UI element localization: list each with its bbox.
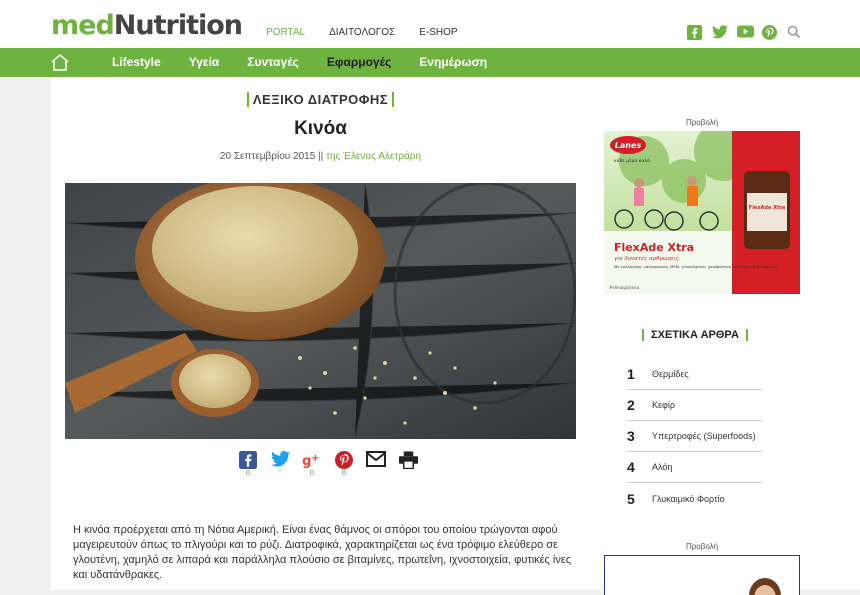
share-facebook[interactable]: 0: [232, 451, 264, 479]
quinoa-image: [65, 183, 576, 439]
ad-label: Προβολή: [685, 118, 719, 127]
share-count: 0: [246, 470, 250, 477]
related-link[interactable]: Υπερτροφές (Superfoods): [652, 431, 756, 441]
ad-brand: Lanes: [615, 141, 642, 150]
twitter-icon[interactable]: [712, 25, 728, 41]
article-author[interactable]: της Έλενας Αλετράρη: [326, 151, 421, 162]
related-item[interactable]: 3 Υπερτροφές (Superfoods): [627, 421, 762, 452]
article-title: Κινόα: [294, 118, 347, 139]
ad-tagline: κάθε μέρα καλά: [614, 157, 650, 164]
share-pinterest[interactable]: 0: [328, 451, 360, 479]
nav-news[interactable]: Ενημέρωση: [419, 55, 487, 69]
related-item[interactable]: 1 Θερμίδες: [627, 359, 762, 390]
related-link[interactable]: Κεφίρ: [652, 400, 675, 410]
related-number: 3: [627, 428, 635, 444]
share-count: -: [278, 468, 282, 475]
ad-description: Με κολλαγόνο, υαλουρονικό, MSM, γλυκοζαμ…: [614, 264, 778, 269]
related-articles-list: 1 Θερμίδες 2 Κεφίρ 3 Υπερτροφές (Superfo…: [627, 359, 762, 514]
ad-product: FlexAde Xtra: [614, 241, 694, 254]
article-date: 20 Σεπτεμβρίου 2015 ||: [219, 151, 324, 162]
ad-subtitle: για δυνατές αρθρώσεις.: [614, 255, 681, 262]
top-nav-dietitian[interactable]: ΔΙΑΙΤΟΛΟΓΟΣ: [329, 27, 395, 38]
share-bar: 0 - g + 0 0: [232, 451, 424, 479]
related-number: 5: [627, 490, 635, 507]
nav-apps[interactable]: Εφαρμογές: [327, 55, 391, 69]
main-nav-bar: Lifestyle Υγεία Συνταγές Εφαρμογές Ενημέ…: [0, 48, 860, 77]
search-icon[interactable]: [787, 25, 803, 41]
related-number: 1: [627, 366, 635, 382]
related-item[interactable]: 2 Κεφίρ: [627, 390, 762, 421]
share-count: [360, 468, 392, 477]
related-link[interactable]: Θερμίδες: [652, 369, 689, 379]
article-meta: 20 Σεπτεμβρίου 2015 || της Έλενας Αλετρά…: [51, 151, 590, 162]
related-articles-title: ΣΧΕΤΙΚΑ ΑΡΘΡΑ: [642, 329, 748, 341]
related-link[interactable]: Γλυκαιμικό Φορτίο: [652, 494, 725, 504]
top-bar: medNutrition PORTAL ΔΙΑΙΤΟΛΟΓΟΣ E-SHOP: [0, 0, 860, 55]
mail-icon: [366, 451, 386, 467]
top-nav-portal[interactable]: PORTAL: [266, 27, 305, 55]
article-category[interactable]: ΛΕΞΙΚΟ ΔΙΑΤΡΟΦΗΣ: [51, 92, 590, 107]
sidebar: Προβολή FlexAde Xtra Lanes κάθε μέρα καλ…: [590, 77, 860, 595]
share-print[interactable]: [392, 451, 424, 479]
nav-health[interactable]: Υγεία: [189, 55, 220, 69]
second-ad-banner[interactable]: [604, 555, 800, 595]
top-nav: PORTAL ΔΙΑΙΤΟΛΟΓΟΣ E-SHOP: [266, 27, 482, 55]
bottle-label: FlexAde Xtra: [749, 205, 785, 211]
share-count: 0: [310, 470, 314, 477]
related-number: 2: [627, 397, 635, 413]
share-count: 0: [342, 470, 346, 477]
article-body: Η κινόα προέρχεται από τη Νότια Αμερική.…: [73, 524, 572, 581]
related-item[interactable]: 5 Γλυκαιμικό Φορτίο: [627, 483, 762, 514]
facebook-icon[interactable]: [687, 25, 703, 41]
googleplus-icon: g +: [302, 453, 320, 469]
category-label[interactable]: ΛΕΞΙΚΟ ΔΙΑΤΡΟΦΗΣ: [246, 92, 395, 107]
ad-label-2: Προβολή: [685, 542, 719, 551]
main-nav: Lifestyle Υγεία Συνταγές Εφαρμογές Ενημέ…: [112, 55, 515, 69]
share-googleplus[interactable]: g + 0: [296, 451, 328, 479]
facebook-icon: [239, 451, 257, 469]
related-link[interactable]: Αλόη: [652, 462, 672, 472]
article-content: ΛΕΞΙΚΟ ΔΙΑΤΡΟΦΗΣ Κινόα 20 Σεπτεμβρίου 20…: [51, 77, 590, 590]
nav-recipes[interactable]: Συνταγές: [247, 55, 299, 69]
youtube-icon[interactable]: [737, 25, 754, 41]
logo-med-text: med: [51, 10, 115, 41]
svg-text:g: g: [302, 454, 312, 469]
pinterest-icon: [335, 451, 353, 469]
social-links: [687, 25, 812, 41]
related-item[interactable]: 4 Αλόη: [627, 452, 762, 483]
top-nav-eshop[interactable]: E-SHOP: [419, 27, 457, 38]
share-twitter[interactable]: -: [264, 451, 296, 479]
svg-text:+: +: [311, 453, 319, 464]
twitter-icon: [270, 451, 290, 467]
home-icon[interactable]: [50, 53, 70, 71]
ad-hashtag: #elmaigiasena: [609, 285, 640, 290]
related-number: 4: [627, 459, 635, 475]
share-mail[interactable]: [360, 451, 392, 479]
print-icon: [398, 451, 418, 469]
logo-nutrition-text: Nutrition: [113, 10, 243, 41]
share-count: [392, 470, 424, 479]
lanes-ad-banner[interactable]: FlexAde Xtra Lanes κάθε μέρα καλά FlexAd…: [604, 131, 800, 294]
pinterest-icon[interactable]: [762, 25, 778, 41]
nav-lifestyle[interactable]: Lifestyle: [112, 55, 161, 69]
site-logo[interactable]: medNutrition: [51, 10, 243, 41]
